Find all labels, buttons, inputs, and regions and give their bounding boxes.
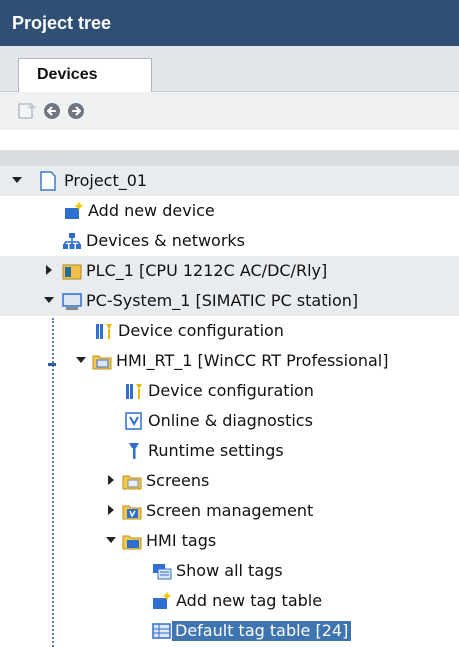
- tree-item-plc[interactable]: PLC_1 [CPU 1212C AC/DC/Rly]: [0, 256, 459, 286]
- hmi-tags-folder-icon: [122, 535, 142, 550]
- network-icon: [63, 233, 81, 249]
- device-config-icon: [96, 324, 112, 339]
- toolbar: [0, 92, 459, 130]
- pc-icon: [62, 293, 82, 310]
- toolbar-separator: [0, 130, 459, 150]
- back-arrow-icon[interactable]: [42, 102, 62, 120]
- expand-down-icon[interactable]: [12, 175, 22, 185]
- tree-item-add-new-tag-table[interactable]: Add new tag table: [0, 586, 459, 616]
- tree-item-show-all-tags[interactable]: Show all tags: [0, 556, 459, 586]
- tree-item-label: Add new tag table: [176, 591, 323, 610]
- expand-right-icon[interactable]: [106, 475, 116, 485]
- expand-down-icon[interactable]: [44, 295, 54, 305]
- tree-item-add-new-device[interactable]: Add new device: [0, 196, 459, 226]
- tree-item-devices-networks[interactable]: Devices & networks: [0, 226, 459, 256]
- tab-strip: Devices: [0, 46, 459, 92]
- forward-arrow-icon[interactable]: [66, 102, 86, 120]
- tree-item-pc-system[interactable]: PC-System_1 [SIMATIC PC station]: [0, 286, 459, 316]
- tree-item-label: Default tag table [24]: [172, 621, 352, 641]
- runtime-settings-icon: [129, 443, 139, 459]
- tree-item-label: Add new device: [88, 201, 215, 220]
- show-tags-icon: [153, 564, 172, 580]
- tree-item-label: Screens: [146, 471, 210, 490]
- tree-item-device-configuration[interactable]: Device configuration: [0, 316, 459, 346]
- project-tree: Project_01 Add new device Devices & netw…: [0, 166, 459, 647]
- project-file-icon: [40, 171, 56, 191]
- diagnostics-icon: [125, 412, 142, 430]
- tree-item-label: PLC_1 [CPU 1212C AC/DC/Rly]: [86, 261, 328, 280]
- tree-item-label: PC-System_1 [SIMATIC PC station]: [86, 291, 359, 310]
- expand-right-icon[interactable]: [106, 505, 116, 515]
- add-tag-table-icon: [153, 592, 172, 609]
- hmi-folder-icon: [92, 355, 112, 370]
- screen-management-icon: [122, 505, 142, 520]
- add-device-icon: [65, 202, 84, 219]
- tree-item-hmi-rt[interactable]: HMI_RT_1 [WinCC RT Professional]: [0, 346, 459, 376]
- tree-item-screen-management[interactable]: Screen management: [0, 496, 459, 526]
- tree-item-label: Show all tags: [176, 561, 283, 580]
- tag-table-icon: [152, 623, 171, 639]
- tree-item-label: Device configuration: [148, 381, 314, 400]
- tree-item-runtime-settings[interactable]: Runtime settings: [0, 436, 459, 466]
- tree-item-hmi-tags[interactable]: HMI tags: [0, 526, 459, 556]
- tree-item-label: Device configuration: [118, 321, 284, 340]
- expand-down-icon[interactable]: [76, 355, 86, 365]
- tree-item-hmi-device-configuration[interactable]: Device configuration: [0, 376, 459, 406]
- tree-item-screens[interactable]: Screens: [0, 466, 459, 496]
- tree-item-default-tag-table[interactable]: Default tag table [24]: [0, 616, 459, 646]
- tree-item-label: Devices & networks: [86, 231, 246, 250]
- tree-item-label: HMI_RT_1 [WinCC RT Professional]: [116, 351, 389, 370]
- expand-down-icon[interactable]: [106, 535, 116, 545]
- tree-item-label: Project_01: [64, 171, 148, 190]
- screens-folder-icon: [122, 475, 142, 490]
- new-folder-icon[interactable]: [18, 102, 38, 120]
- plc-icon: [62, 264, 82, 280]
- panel-title: Project tree: [0, 0, 459, 46]
- tab-devices[interactable]: Devices: [18, 58, 152, 92]
- expand-right-icon[interactable]: [44, 265, 54, 275]
- tree-item-online-diagnostics[interactable]: Online & diagnostics: [0, 406, 459, 436]
- tree-item-label: HMI tags: [146, 531, 217, 550]
- device-config-icon: [126, 384, 142, 399]
- tree-item-label: Screen management: [146, 501, 314, 520]
- tree-item-project[interactable]: Project_01: [0, 166, 459, 196]
- tree-item-label: Online & diagnostics: [148, 411, 313, 430]
- tree-item-label: Runtime settings: [148, 441, 284, 460]
